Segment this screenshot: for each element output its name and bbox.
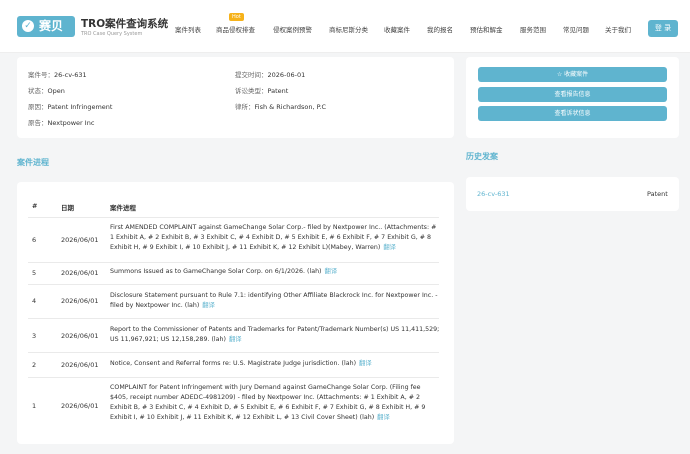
table-row: 2 2026/06/01 Notice, Consent and Referra… (28, 353, 439, 378)
nav-services[interactable]: 服务范围 (520, 24, 546, 34)
row-date: 2026/06/01 (61, 361, 99, 369)
view-complaint-button[interactable]: 查看诉状信息 (478, 106, 667, 121)
translate-link[interactable]: 翻译 (229, 336, 242, 343)
nav-nice-classification[interactable]: 商标尼斯分类 (329, 24, 368, 34)
row-number: 3 (32, 332, 37, 340)
logo-icon: ✓ (22, 20, 34, 32)
case-cause: 原因：Patent Infringement (28, 103, 113, 111)
litigation-type: 诉讼类型：Patent (235, 87, 289, 95)
nav-about[interactable]: 关于我们 (605, 24, 631, 34)
progress-title: 案件进程 (17, 158, 49, 167)
submit-time: 提交时间：2026-06-01 (235, 71, 306, 79)
row-text: Report to the Commissioner of Patents an… (110, 326, 440, 343)
translate-link[interactable]: 翻译 (359, 360, 372, 367)
row-text: First AMENDED COMPLAINT against GameChan… (110, 224, 437, 251)
col-content-header: 案件进程 (110, 204, 136, 212)
history-case-type: Patent (647, 190, 668, 198)
row-number: 1 (32, 402, 37, 410)
table-row: 3 2026/06/01 Report to the Commissioner … (28, 319, 439, 353)
plaintiff: 原告：Nextpower Inc (28, 119, 95, 127)
top-header: ✓ 赛贝 TRO案件查询系统 TRO Case Query System 案件列… (0, 0, 690, 53)
row-text: COMPLAINT for Patent Infringement with J… (110, 384, 426, 421)
table-row: 4 2026/06/01 Disclosure Statement pursua… (28, 285, 439, 319)
logo[interactable]: ✓ 赛贝 (17, 16, 75, 37)
table-row: 1 2026/06/01 COMPLAINT for Patent Infrin… (28, 378, 439, 434)
row-number: 4 (32, 297, 37, 305)
hot-badge: Hot (229, 13, 244, 21)
table-row: 6 2026/06/01 First AMENDED COMPLAINT aga… (28, 219, 439, 263)
row-date: 2026/06/01 (61, 402, 99, 410)
translate-link[interactable]: 翻译 (383, 244, 396, 251)
row-date: 2026/06/01 (61, 269, 99, 277)
login-button[interactable]: 登 录 (648, 20, 678, 37)
table-header (28, 193, 439, 218)
row-text: Notice, Consent and Referral forms re: U… (110, 360, 372, 367)
history-case-link[interactable]: 26-cv-631 (477, 190, 510, 198)
row-date: 2026/06/01 (61, 236, 99, 244)
nav-faq[interactable]: 常见问题 (563, 24, 589, 34)
col-num-header: # (32, 202, 38, 210)
nav-settlement-estimate[interactable]: 预估和解金 (470, 24, 503, 34)
nav-product-check[interactable]: 商品侵权排查 (216, 24, 255, 34)
table-row: 5 2026/06/01 Summons Issued as to GameCh… (28, 263, 439, 285)
row-date: 2026/06/01 (61, 332, 99, 340)
nav-favorites[interactable]: 收藏案件 (384, 24, 410, 34)
nav-case-list[interactable]: 案件列表 (175, 24, 201, 34)
brand-subtitle: TRO Case Query System (81, 31, 143, 37)
row-number: 2 (32, 361, 37, 369)
row-number: 5 (32, 269, 37, 277)
translate-link[interactable]: 翻译 (377, 414, 390, 421)
translate-link[interactable]: 翻译 (325, 268, 338, 275)
col-date-header: 日期 (61, 204, 74, 212)
case-info-card: 案件号：26-cv-631 提交时间：2026-06-01 状态：Open 诉讼… (17, 57, 454, 138)
logo-text: 赛贝 (39, 19, 64, 33)
nav-my-registrations[interactable]: 我的报名 (427, 24, 453, 34)
history-title: 历史发案 (466, 152, 498, 161)
view-report-button[interactable]: 查看报告信息 (478, 87, 667, 102)
row-number: 6 (32, 236, 37, 244)
brand-title: TRO案件查询系统 (81, 18, 169, 30)
case-status: 状态：Open (28, 87, 65, 95)
nav-infringement-alert[interactable]: 侵权案例预警 (273, 24, 312, 34)
favorite-button[interactable]: ☆ 收藏案件 (478, 67, 667, 82)
row-text: Summons Issued as to GameChange Solar Co… (110, 268, 338, 275)
translate-link[interactable]: 翻译 (202, 302, 215, 309)
row-date: 2026/06/01 (61, 297, 99, 305)
row-text: Disclosure Statement pursuant to Rule 7.… (110, 292, 438, 309)
case-number: 案件号：26-cv-631 (28, 71, 87, 79)
law-firm: 律所：Fish & Richardson, P.C (235, 103, 327, 111)
